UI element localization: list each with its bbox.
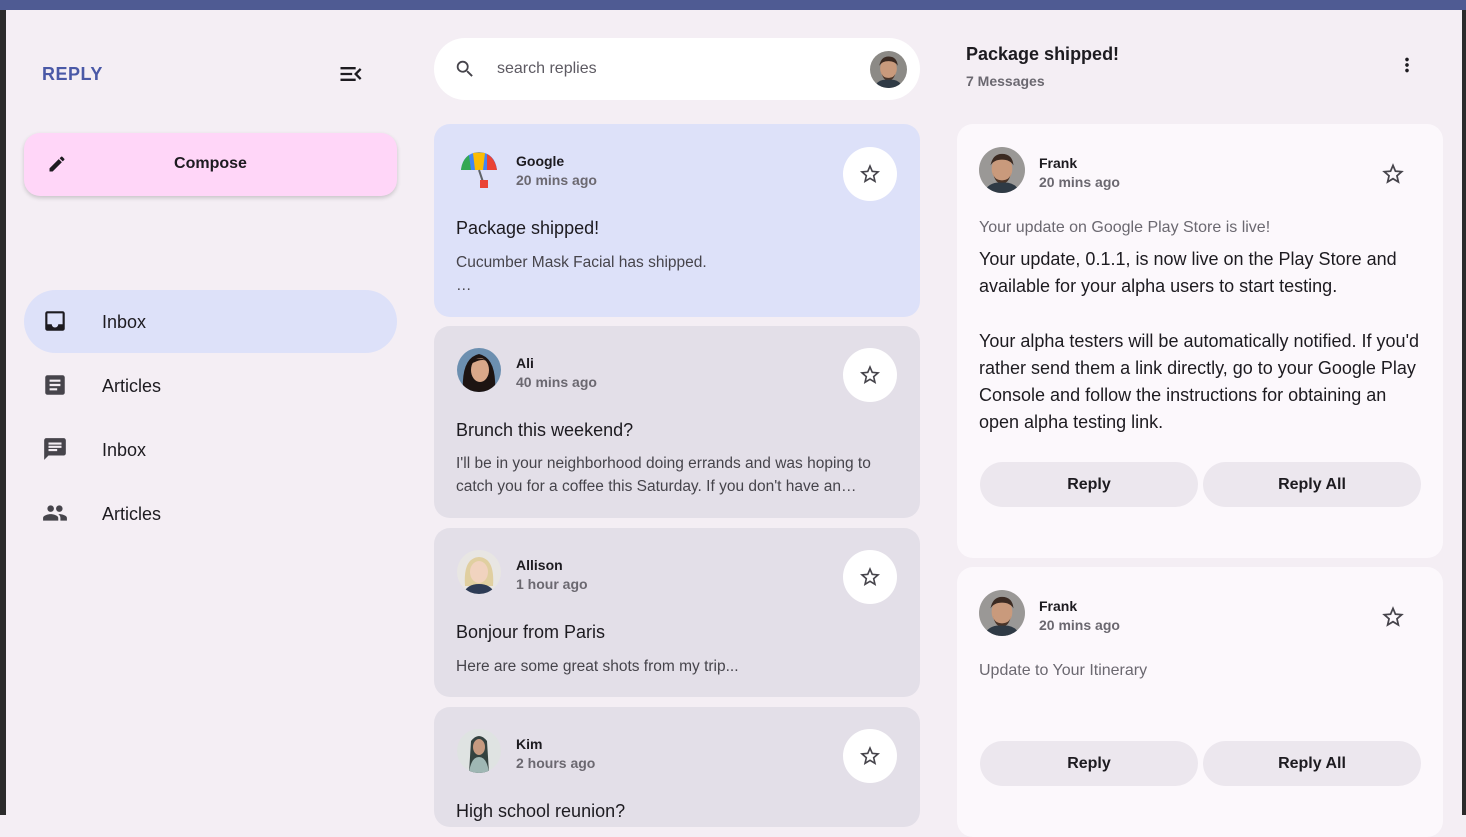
nav-item-label: Inbox (102, 440, 147, 460)
nav-item-articles[interactable]: Articles (24, 354, 397, 417)
email-card-allison[interactable]: Allison 1 hour ago Bonjour from Paris He… (434, 528, 920, 697)
star-button[interactable] (843, 147, 897, 201)
star-button[interactable] (843, 729, 897, 783)
people-icon (43, 505, 67, 521)
sender-name: Ali (516, 355, 534, 371)
nav-item-inbox[interactable]: Inbox (24, 290, 397, 353)
inbox-icon (45, 311, 65, 331)
email-subject: Brunch this weekend? (456, 420, 634, 440)
email-time: 2 hours ago (516, 755, 596, 771)
email-card-google[interactable]: Google 20 mins ago Package shipped! Cucu… (434, 124, 920, 317)
compose-label: Compose (174, 155, 247, 172)
message-count: 7 Messages (966, 73, 1045, 89)
window-edge-right (1462, 10, 1466, 815)
window-edge-left (0, 10, 6, 815)
message-body: Your update, 0.1.1, is now live on the P… (979, 249, 1420, 433)
star-outline-icon (860, 746, 880, 765)
system-status-bar (0, 0, 1466, 10)
more-vert-icon (1405, 57, 1409, 73)
email-card-kim[interactable]: Kim 2 hours ago High school reunion? (434, 707, 920, 827)
nav-item-people[interactable]: Articles (24, 482, 397, 545)
message-time: 20 mins ago (1039, 174, 1120, 190)
reply-button[interactable]: Reply (980, 462, 1198, 507)
nav-item-label: Articles (102, 376, 162, 396)
email-preview: Cucumber Mask Facial has shipped. … (456, 254, 707, 294)
email-time: 40 mins ago (516, 374, 597, 390)
search-input[interactable]: search replies (497, 60, 597, 78)
thread-title: Package shipped! (966, 44, 1120, 64)
sender-avatar (457, 550, 501, 594)
star-outline-icon (860, 164, 880, 183)
email-subject: Bonjour from Paris (456, 622, 606, 642)
message-card: Frank 20 mins ago Your update on Google … (957, 124, 1443, 558)
app-brand: REPLY (42, 64, 103, 84)
star-button[interactable] (1380, 161, 1406, 187)
sender-avatar (457, 148, 501, 192)
sender-avatar (979, 590, 1025, 636)
star-outline-icon (860, 365, 880, 384)
email-card-ali[interactable]: Ali 40 mins ago Brunch this weekend? I'l… (434, 326, 920, 518)
star-outline-icon (1382, 163, 1404, 184)
star-button[interactable] (843, 550, 897, 604)
nav-item-label: Articles (102, 504, 162, 524)
star-outline-icon (1382, 606, 1404, 627)
email-time: 20 mins ago (516, 172, 597, 188)
star-button[interactable] (843, 348, 897, 402)
sender-name: Google (516, 153, 565, 169)
message-subject: Update to Your Itinerary (979, 662, 1148, 679)
email-subject: High school reunion? (456, 801, 626, 821)
sender-name: Frank (1039, 155, 1078, 171)
nav-item-label: Inbox (102, 312, 147, 332)
reply-all-button[interactable]: Reply All (1203, 741, 1421, 786)
sender-name: Allison (516, 557, 563, 573)
email-preview: I'll be in your neighborhood doing erran… (456, 455, 871, 495)
star-outline-icon (860, 567, 880, 586)
search-icon (456, 60, 473, 77)
reply-button[interactable]: Reply (980, 741, 1198, 786)
nav-item-chat[interactable]: Inbox (24, 418, 397, 481)
article-icon (45, 375, 65, 395)
sender-avatar (979, 147, 1025, 193)
search-bar[interactable]: search replies (434, 38, 920, 100)
message-card: Frank 20 mins ago Update to Your Itinera… (957, 567, 1443, 837)
email-preview: Here are some great shots from my trip..… (456, 658, 739, 675)
chat-icon (44, 438, 66, 460)
message-time: 20 mins ago (1039, 617, 1120, 633)
sender-avatar (457, 348, 501, 392)
sender-name: Frank (1039, 598, 1078, 614)
reply-all-button[interactable]: Reply All (1203, 462, 1421, 507)
email-time: 1 hour ago (516, 576, 588, 592)
menu-open-icon (340, 67, 362, 81)
more-options-button[interactable] (1396, 54, 1418, 76)
collapse-menu-button[interactable] (337, 60, 365, 88)
star-button[interactable] (1380, 604, 1406, 630)
compose-button[interactable]: Compose (24, 133, 397, 196)
sender-name: Kim (516, 736, 543, 752)
message-subject: Your update on Google Play Store is live… (979, 219, 1271, 236)
user-avatar[interactable] (870, 51, 907, 88)
email-subject: Package shipped! (456, 218, 600, 238)
sender-avatar (457, 729, 501, 773)
